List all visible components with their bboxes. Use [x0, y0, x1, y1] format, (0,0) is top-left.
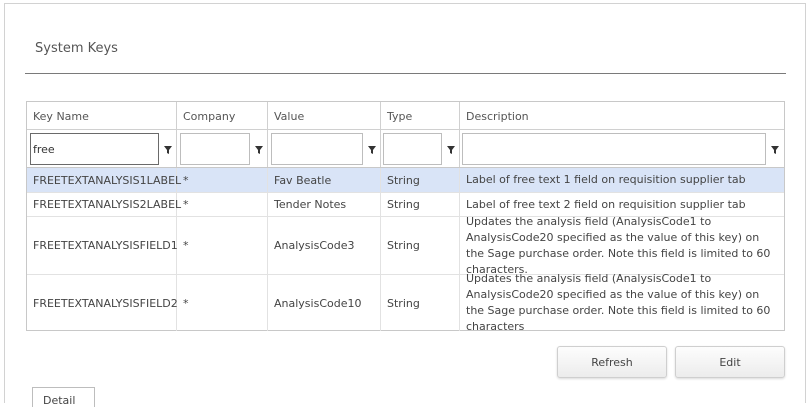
- page-title: System Keys: [35, 41, 118, 56]
- value-cell: Tender Notes: [268, 193, 381, 216]
- table-row[interactable]: FREETEXTANALYSIS1LABEL * Fav Beatle Stri…: [27, 168, 784, 193]
- type-cell: String: [381, 275, 460, 331]
- company-filter-input[interactable]: [180, 133, 250, 165]
- company-cell: *: [177, 217, 268, 274]
- filter-cell-description: [460, 130, 784, 167]
- company-cell: *: [177, 193, 268, 216]
- key-name-cell: FREETEXTANALYSISFIELD1: [27, 217, 178, 274]
- filter-icon[interactable]: [255, 146, 263, 154]
- description-cell: Updates the analysis field (AnalysisCode…: [466, 214, 771, 276]
- filter-cell-type: [381, 130, 460, 167]
- column-header-key-name[interactable]: Key Name: [27, 102, 177, 130]
- filter-cell-company: [177, 130, 268, 167]
- system-keys-grid: Key Name Company Value Type Description …: [26, 101, 785, 333]
- column-header-company[interactable]: Company: [177, 102, 268, 130]
- table-row[interactable]: FREETEXTANALYSISFIELD2 * AnalysisCode10 …: [27, 272, 784, 333]
- column-header-value[interactable]: Value: [268, 102, 381, 130]
- filter-cell-key-name: [27, 130, 177, 167]
- value-cell: Fav Beatle: [268, 168, 381, 192]
- refresh-button[interactable]: Refresh: [557, 346, 667, 378]
- key-name-cell: FREETEXTANALYSISFIELD2: [27, 275, 178, 331]
- filter-icon[interactable]: [164, 146, 172, 154]
- title-divider: [25, 73, 786, 74]
- filter-icon[interactable]: [771, 146, 779, 154]
- description-cell: Updates the analysis field (AnalysisCode…: [466, 272, 771, 333]
- column-header-type[interactable]: Type: [381, 102, 460, 130]
- filter-icon[interactable]: [447, 146, 455, 154]
- company-cell: *: [177, 168, 268, 192]
- description-cell: Label of free text 1 field on requisitio…: [466, 173, 746, 186]
- value-filter-input[interactable]: [271, 133, 363, 165]
- key-name-cell: FREETEXTANALYSIS2LABEL: [27, 193, 181, 216]
- value-cell: AnalysisCode3: [268, 217, 381, 274]
- column-header-description[interactable]: Description: [460, 102, 784, 130]
- description-filter-input[interactable]: [462, 133, 766, 165]
- type-cell: String: [381, 217, 460, 274]
- key-name-filter-input[interactable]: [30, 133, 159, 165]
- company-cell: *: [177, 275, 268, 331]
- edit-button[interactable]: Edit: [675, 346, 785, 378]
- key-name-cell: FREETEXTANALYSIS1LABEL: [27, 168, 181, 192]
- type-cell: String: [381, 193, 460, 216]
- table-row[interactable]: FREETEXTANALYSISFIELD1 * AnalysisCode3 S…: [27, 214, 784, 276]
- type-filter-input[interactable]: [383, 133, 442, 165]
- filter-icon[interactable]: [368, 146, 376, 154]
- detail-button[interactable]: Detail: [32, 387, 95, 407]
- type-cell: String: [381, 168, 460, 192]
- filter-cell-value: [268, 130, 381, 167]
- filter-row: [27, 130, 784, 168]
- value-cell: AnalysisCode10: [268, 275, 381, 331]
